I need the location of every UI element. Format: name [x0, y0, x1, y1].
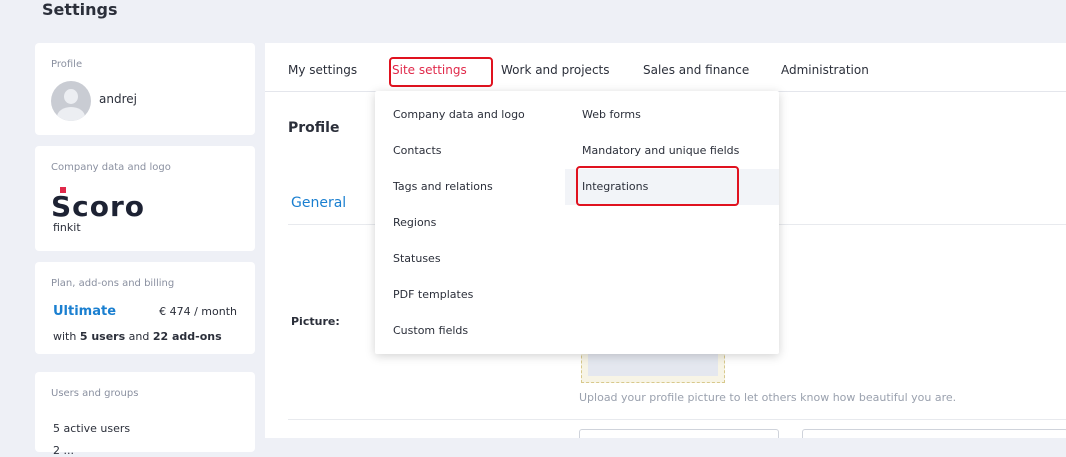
tab-administration[interactable]: Administration [781, 63, 869, 77]
tab-my-settings[interactable]: My settings [288, 63, 357, 77]
settings-tabs: My settings Site settings Work and proje… [265, 43, 1066, 92]
users-card-label: Users and groups [51, 388, 139, 399]
users-card[interactable]: Users and groups 5 active users 2 ... [35, 372, 255, 457]
divider [288, 419, 1066, 420]
plan-card[interactable]: Plan, add-ons and billing Ultimate € 474… [35, 262, 255, 354]
profile-field-input[interactable] [579, 429, 779, 438]
menu-item-custom-fields[interactable]: Custom fields [393, 324, 468, 337]
profile-username: andrej [99, 92, 137, 106]
menu-item-integrations[interactable]: Integrations [582, 180, 648, 193]
avatar [51, 81, 91, 121]
active-users-count: 5 active users [53, 422, 131, 435]
menu-item-regions[interactable]: Regions [393, 216, 436, 229]
tab-work-and-projects[interactable]: Work and projects [501, 63, 610, 77]
svg-text:Scoro: Scoro [51, 190, 145, 219]
tab-sales-and-finance[interactable]: Sales and finance [643, 63, 749, 77]
plan-description: with 5 users and 22 add-ons [53, 330, 222, 343]
plan-card-label: Plan, add-ons and billing [51, 278, 175, 289]
site-settings-dropdown: Company data and logo Contacts Tags and … [375, 91, 779, 354]
upload-hint: Upload your profile picture to let other… [579, 391, 957, 404]
profile-field-input[interactable] [802, 429, 1066, 438]
menu-item-web-forms[interactable]: Web forms [582, 108, 641, 121]
plan-price: € 474 / month [159, 305, 237, 318]
menu-item-tags-and-relations[interactable]: Tags and relations [393, 180, 493, 193]
menu-item-statuses[interactable]: Statuses [393, 252, 441, 265]
company-card[interactable]: Company data and logo Scoro finkit [35, 146, 255, 251]
users-more: 2 ... [53, 444, 74, 457]
tab-general[interactable]: General [291, 195, 346, 211]
menu-item-company-data[interactable]: Company data and logo [393, 108, 525, 121]
section-title: Profile [288, 120, 340, 136]
plan-name: Ultimate [53, 304, 117, 319]
profile-card-label: Profile [51, 59, 83, 70]
page-title: Settings [42, 0, 118, 19]
company-card-label: Company data and logo [51, 162, 171, 173]
company-name: finkit [53, 221, 81, 234]
menu-item-contacts[interactable]: Contacts [393, 144, 442, 157]
scoro-logo: Scoro [51, 187, 145, 219]
menu-item-pdf-templates[interactable]: PDF templates [393, 288, 473, 301]
picture-label: Picture: [291, 315, 340, 328]
menu-item-mandatory-fields[interactable]: Mandatory and unique fields [582, 144, 739, 157]
profile-card[interactable]: Profile andrej [35, 43, 255, 135]
tab-site-settings[interactable]: Site settings [392, 63, 467, 77]
